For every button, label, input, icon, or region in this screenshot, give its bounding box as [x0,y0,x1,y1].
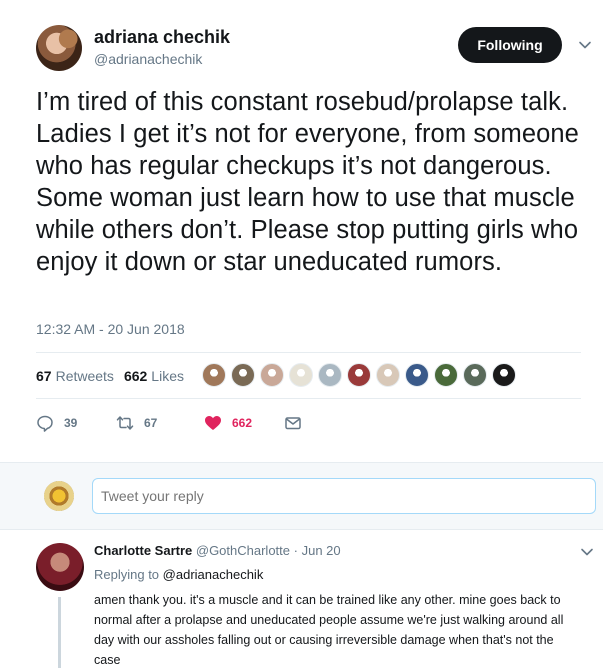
liker-avatar-1[interactable] [202,363,226,387]
liker-avatar-default[interactable] [318,363,342,387]
reply-date[interactable]: Jun 20 [302,543,341,558]
author-name[interactable]: adriana chechik [94,27,230,48]
divider [36,352,581,353]
tweet-stats: 67 Retweets 662 Likes [36,366,194,386]
replying-prefix: Replying to [94,567,160,582]
reply-separator: · [293,543,298,558]
liker-avatar-3[interactable] [260,363,284,387]
heart-icon [205,416,221,430]
liker-avatar-10[interactable] [463,363,487,387]
reply-button[interactable]: 39 [36,414,116,432]
author-handle[interactable]: @adrianachechik [94,51,202,67]
tweet-actions: 39 67 662 [36,412,302,434]
thread-line [58,597,61,668]
reply-input[interactable] [92,478,596,514]
liker-avatar-2[interactable] [231,363,255,387]
reply-author-avatar[interactable] [36,543,84,591]
tweet-text: I’m tired of this constant rosebud/prola… [36,88,579,276]
reply-tweet: Charlotte Sartre @GothCharlotte · Jun 20… [0,531,603,668]
retweets-stat[interactable]: 67 Retweets [36,368,114,384]
retweet-count: 67 [144,416,158,430]
retweets-count: 67 [36,368,52,384]
liker-avatar-4[interactable] [289,363,313,387]
reply-header: Charlotte Sartre @GothCharlotte · Jun 20 [94,543,341,558]
reply-composer [0,462,603,530]
current-user-avatar [44,481,74,511]
chevron-down-icon[interactable] [578,38,592,52]
likes-count: 662 [123,368,148,384]
liker-avatar-11[interactable] [492,363,516,387]
liker-avatar-9[interactable] [434,363,458,387]
retweet-icon [116,416,134,430]
main-tweet: adriana chechik @adrianachechik Followin… [0,0,603,462]
following-button[interactable]: Following [458,27,562,63]
retweets-label: Retweets [55,368,114,384]
retweet-button[interactable]: 67 [116,414,204,432]
likes-label: Likes [151,368,184,384]
reply-author-name[interactable]: Charlotte Sartre [94,543,192,558]
liker-avatar-7[interactable] [376,363,400,387]
direct-message-button[interactable] [284,414,302,432]
replying-to-line: Replying to @adrianachechik [94,567,263,582]
liker-avatar-8[interactable] [405,363,429,387]
reply-count: 39 [64,416,78,430]
chevron-down-icon[interactable] [580,545,594,559]
reply-icon [37,415,53,432]
likes-stat[interactable]: 662 Likes [124,368,184,384]
author-avatar[interactable] [36,25,82,71]
like-count: 662 [232,416,253,430]
reply-author-handle[interactable]: @GothCharlotte [196,543,290,558]
liker-avatars [202,363,521,387]
divider [36,398,581,399]
reply-text: amen thank you. it's a muscle and it can… [94,593,564,667]
liker-avatar-6[interactable] [347,363,371,387]
replying-to-mention[interactable]: @adrianachechik [163,567,264,582]
envelope-icon [285,417,301,430]
like-button[interactable]: 662 [204,414,284,432]
tweet-timestamp[interactable]: 12:32 AM - 20 Jun 2018 [36,321,185,337]
